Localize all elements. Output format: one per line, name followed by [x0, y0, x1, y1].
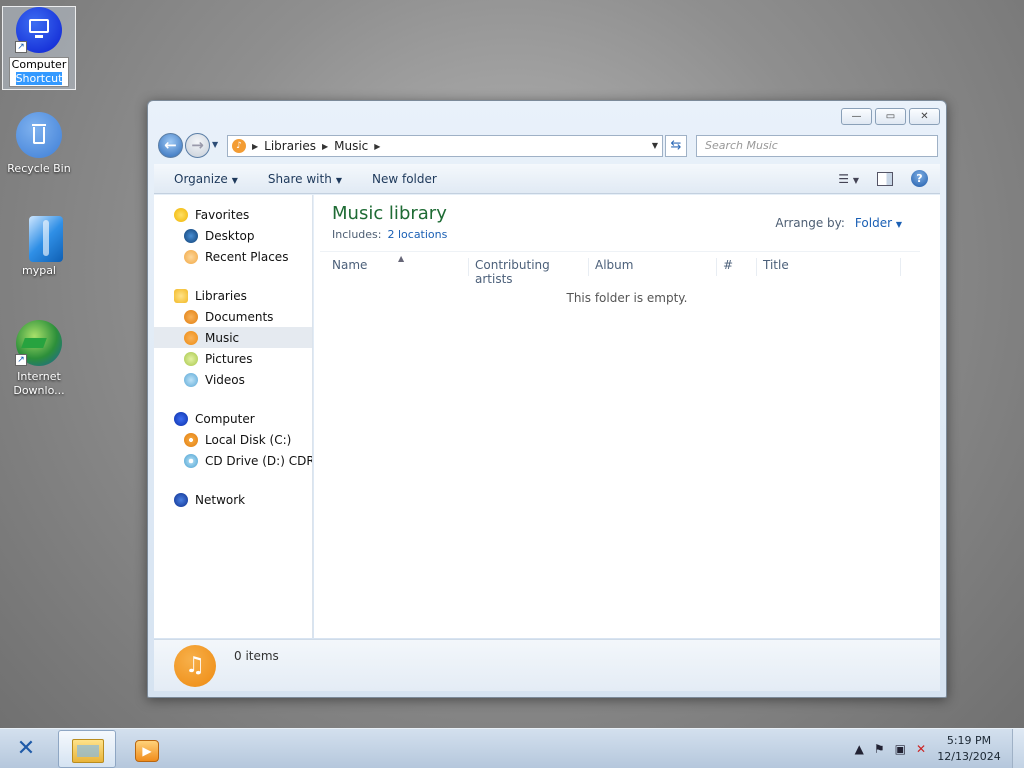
music-library-icon: ♪ — [232, 139, 246, 153]
chevron-down-icon: ▼ — [335, 175, 342, 185]
address-dropdown-icon[interactable]: ▼ — [652, 141, 658, 150]
column-album[interactable]: Album — [589, 258, 717, 276]
hard-disk-icon — [184, 432, 198, 447]
nav-item-videos[interactable]: Videos — [154, 369, 312, 390]
forward-button[interactable]: → — [185, 133, 210, 158]
nav-item-libraries[interactable]: Libraries — [154, 285, 312, 306]
desktop-icon-label: mypal — [21, 264, 56, 277]
breadcrumb-chevron-icon[interactable]: ▶ — [252, 142, 258, 151]
nav-item-pictures[interactable]: Pictures — [154, 348, 312, 369]
breadcrumb-chevron-icon[interactable]: ▶ — [374, 142, 380, 151]
empty-folder-message: This folder is empty. — [566, 291, 688, 305]
navigation-row: ← → ▼ ♪ ▶ Libraries ▶ Music ▶ ▼ ⇆ Search… — [156, 133, 938, 159]
explorer-window: — ▭ ✕ ← → ▼ ♪ ▶ Libraries ▶ Music ▶ ▼ ⇆ … — [147, 100, 947, 698]
column-title[interactable]: Title — [757, 258, 901, 276]
organize-menu[interactable]: Organize ▼ — [164, 172, 248, 186]
item-count: 0 items — [234, 649, 279, 663]
desktop-icon-label: Recycle Bin — [7, 162, 71, 175]
computer-icon — [174, 411, 188, 426]
arrange-by-dropdown[interactable]: Folder ▼ — [855, 216, 902, 230]
shortcut-arrow-icon: ↗ — [15, 41, 27, 53]
volume-muted-icon[interactable]: ✕ — [916, 742, 926, 756]
clock[interactable]: 5:19 PM 12/13/2024 — [936, 733, 1002, 765]
share-with-menu[interactable]: Share with ▼ — [258, 172, 352, 186]
breadcrumb-libraries[interactable]: Libraries — [264, 139, 316, 153]
desktop-icon-label: Computer Shortcut — [8, 57, 70, 87]
preview-pane-icon[interactable] — [877, 171, 893, 186]
command-toolbar: Organize ▼ Share with ▼ New folder ☰ ▼ ? — [154, 164, 940, 194]
nav-item-desktop[interactable]: Desktop — [154, 225, 312, 246]
breadcrumb-chevron-icon[interactable]: ▶ — [322, 142, 328, 151]
taskbar-media-player[interactable]: ▶ — [122, 730, 180, 768]
nav-item-favorites[interactable]: Favorites — [154, 204, 312, 225]
action-center-flag-icon[interactable]: ⚑ — [874, 742, 885, 756]
videos-icon — [184, 372, 198, 387]
folder-icon — [72, 739, 104, 763]
new-folder-button[interactable]: New folder — [362, 172, 447, 186]
computer-icon: ↗ — [15, 7, 63, 55]
desktop-icon-computer-shortcut[interactable]: ↗ Computer Shortcut — [2, 6, 76, 90]
cd-drive-icon — [184, 453, 198, 468]
desktop-icon-recycle-bin[interactable]: Recycle Bin — [2, 112, 76, 176]
nav-item-computer[interactable]: Computer — [154, 408, 312, 429]
internet-download-manager-icon: ↗ — [15, 320, 63, 368]
taskbar-windows-explorer[interactable] — [58, 730, 116, 768]
column-contributing-artists[interactable]: Contributing artists — [469, 258, 589, 286]
music-note-icon: ♫ — [174, 645, 216, 687]
start-button[interactable]: ✕ — [10, 735, 42, 763]
address-bar[interactable]: ♪ ▶ Libraries ▶ Music ▶ ▼ — [227, 135, 663, 157]
show-hidden-icons-icon[interactable]: ▲ — [855, 742, 864, 756]
recent-pages-dropdown-icon[interactable]: ▼ — [212, 140, 218, 149]
desktop-icon-label: Internet Downlo... — [13, 370, 65, 397]
nav-item-local-disk[interactable]: Local Disk (C:) — [154, 429, 312, 450]
sort-ascending-icon: ▲ — [398, 254, 405, 263]
network-icon — [174, 492, 188, 507]
minimize-button[interactable]: — — [841, 108, 872, 125]
details-pane: ♫ 0 items — [154, 639, 940, 691]
navigation-pane: Favorites Desktop Recent Places Librarie… — [154, 195, 313, 638]
nav-item-music[interactable]: Music — [154, 327, 312, 348]
desktop-icon — [184, 228, 198, 243]
library-title: Music library — [332, 203, 447, 224]
arrange-by: Arrange by: Folder ▼ — [775, 216, 902, 230]
show-desktop-button[interactable] — [1012, 729, 1024, 768]
change-view-button[interactable]: ☰ ▼ — [838, 172, 859, 186]
column-track-number[interactable]: # — [717, 258, 757, 276]
library-includes: Includes: 2 locations — [332, 228, 448, 241]
desktop-icon-internet-download-manager[interactable]: ↗ Internet Downlo... — [2, 320, 76, 398]
taskbar: ✕ ▶ ▲ ⚑ ▣ ✕ 5:19 PM 12/13/2024 — [0, 728, 1024, 768]
nav-item-network[interactable]: Network — [154, 489, 312, 510]
breadcrumb-music[interactable]: Music — [334, 139, 368, 153]
maximize-button[interactable]: ▭ — [875, 108, 906, 125]
search-input[interactable]: Search Music — [696, 135, 938, 157]
nav-item-cd-drive[interactable]: CD Drive (D:) CDROM — [154, 450, 312, 471]
back-button[interactable]: ← — [158, 133, 183, 158]
documents-icon — [184, 309, 198, 324]
refresh-button[interactable]: ⇆ — [665, 135, 687, 157]
network-status-icon[interactable]: ▣ — [895, 742, 906, 756]
recycle-bin-icon — [15, 112, 63, 160]
shortcut-arrow-icon: ↗ — [15, 354, 27, 366]
desktop-icon-mypal[interactable]: mypal — [2, 214, 76, 278]
media-player-icon: ▶ — [135, 740, 159, 762]
star-icon — [174, 207, 188, 222]
libraries-icon — [174, 288, 188, 303]
nav-item-documents[interactable]: Documents — [154, 306, 312, 327]
help-icon[interactable]: ? — [911, 170, 928, 187]
chevron-down-icon: ▼ — [231, 175, 238, 185]
recent-places-icon — [184, 249, 198, 264]
chevron-down-icon: ▼ — [895, 220, 902, 229]
pictures-icon — [184, 351, 198, 366]
column-header: ▲ Name Contributing artists Album # Titl… — [320, 251, 920, 286]
system-tray: ▲ ⚑ ▣ ✕ 5:19 PM 12/13/2024 — [855, 729, 1024, 768]
locations-link[interactable]: 2 locations — [387, 228, 447, 241]
close-button[interactable]: ✕ — [909, 108, 940, 125]
column-name[interactable]: ▲ Name — [326, 254, 469, 276]
nav-item-recent-places[interactable]: Recent Places — [154, 246, 312, 267]
music-icon — [184, 330, 198, 345]
content-pane: Music library Includes: 2 locations Arran… — [314, 195, 940, 638]
mypal-icon — [15, 214, 63, 262]
caption-buttons: — ▭ ✕ — [841, 108, 940, 125]
